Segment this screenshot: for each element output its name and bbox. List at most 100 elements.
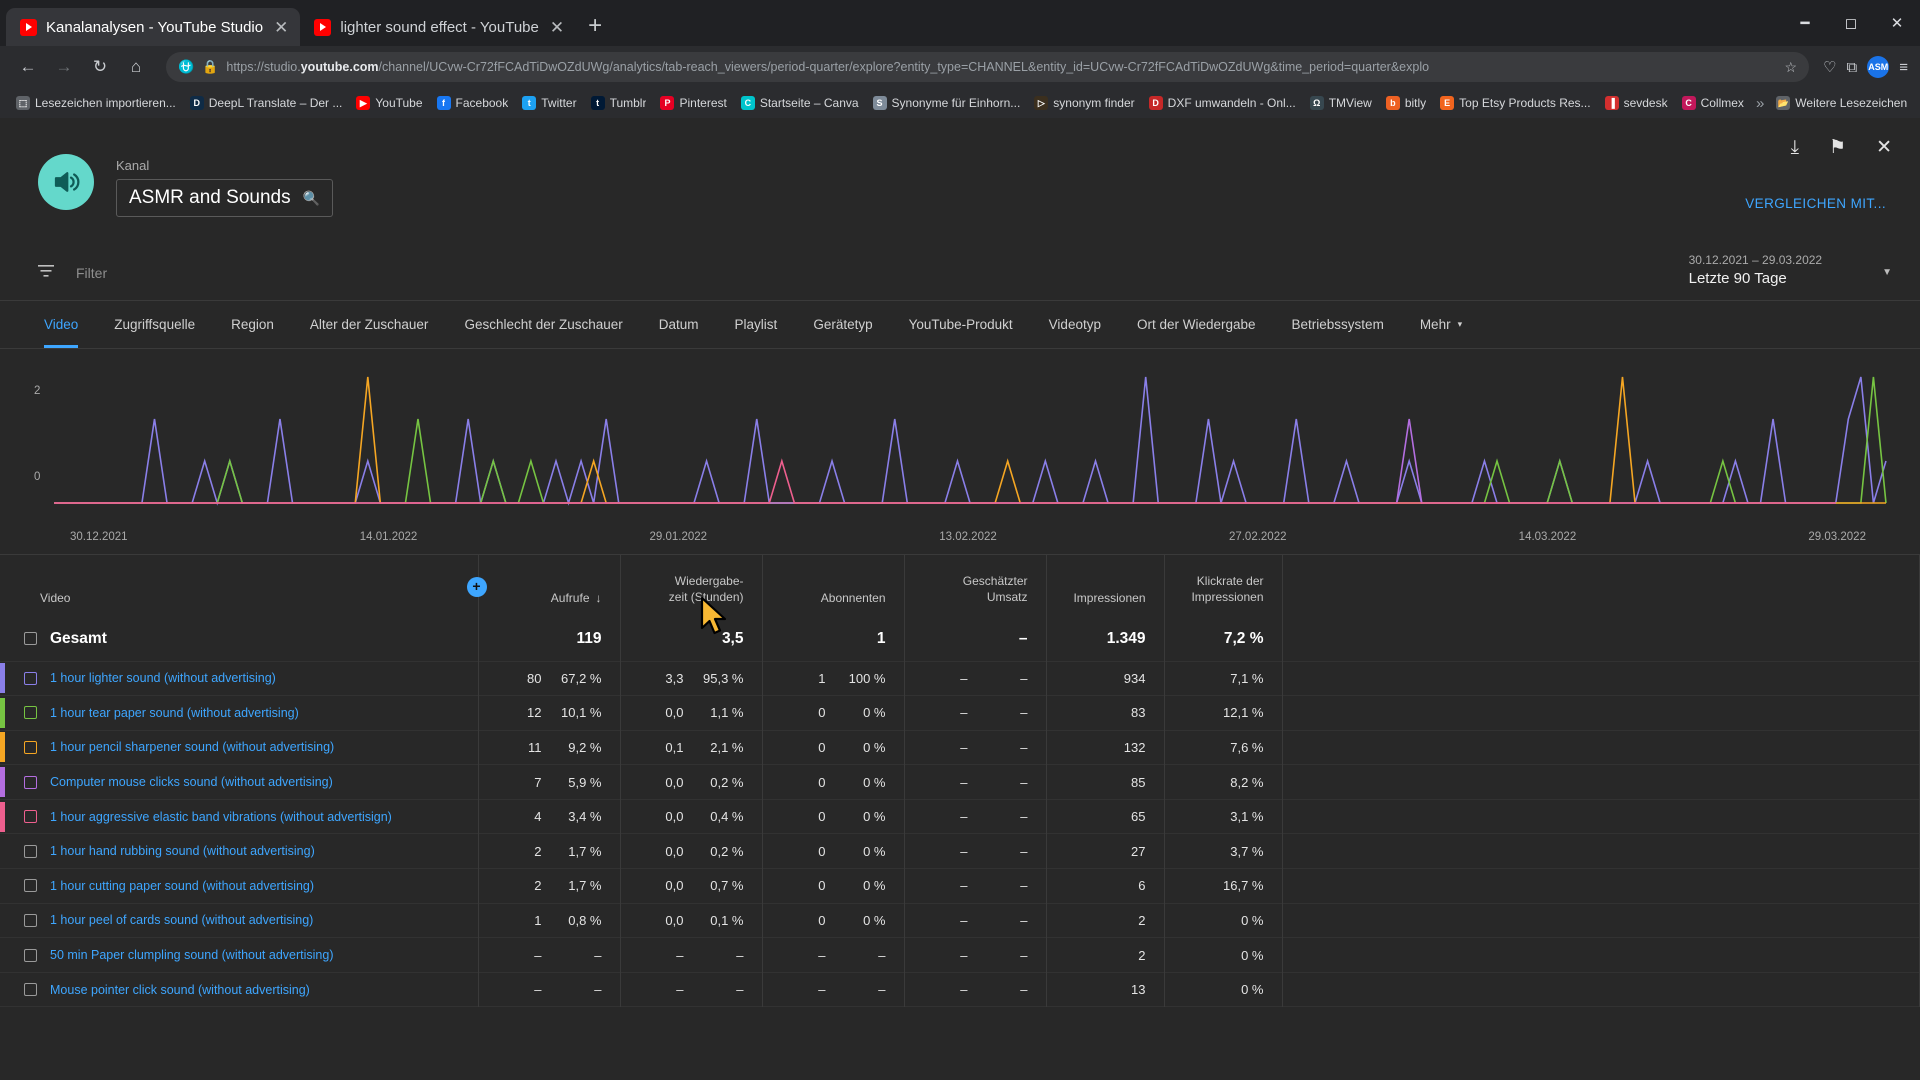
video-title-link[interactable]: 1 hour pencil sharpener sound (without a… bbox=[50, 740, 334, 754]
row-checkbox[interactable] bbox=[24, 810, 37, 824]
table-row[interactable]: 1 hour hand rubbing sound (without adver… bbox=[0, 833, 1920, 869]
chevron-down-icon[interactable]: ▾ bbox=[1458, 319, 1463, 330]
reload-icon[interactable]: ↻ bbox=[84, 51, 116, 83]
browser-menu-icon[interactable]: ≡ bbox=[1899, 59, 1908, 76]
bookmark-more[interactable]: 📂 Weitere Lesezeichen bbox=[1770, 93, 1913, 113]
browser-tab-1[interactable]: lighter sound effect - YouTube ✕ bbox=[300, 8, 576, 46]
bookmark-item[interactable]: ⬚ Lesezeichen importieren... bbox=[10, 93, 182, 113]
maximize-button[interactable]: ◻ bbox=[1828, 0, 1874, 46]
bookmark-star-icon[interactable]: ☆ bbox=[1785, 59, 1798, 76]
bookmark-item[interactable]: t Twitter bbox=[516, 93, 582, 113]
pocket-icon[interactable]: ♡ bbox=[1823, 58, 1836, 76]
video-title-link[interactable]: 50 min Paper clumpling sound (without ad… bbox=[50, 948, 333, 962]
tab-betriebssystem[interactable]: Betriebssystem bbox=[1274, 301, 1402, 348]
row-checkbox[interactable] bbox=[24, 706, 37, 720]
tab-close-icon[interactable]: ✕ bbox=[272, 19, 290, 36]
profile-avatar[interactable]: ASM bbox=[1867, 56, 1890, 78]
download-icon[interactable]: ⤓ bbox=[1791, 137, 1799, 159]
table-row[interactable]: 1 hour peel of cards sound (without adve… bbox=[0, 903, 1920, 938]
tab-videotyp[interactable]: Videotyp bbox=[1031, 301, 1119, 348]
video-title-link[interactable]: Computer mouse clicks sound (without adv… bbox=[50, 775, 333, 789]
forward-icon[interactable]: → bbox=[48, 51, 80, 83]
bookmark-item[interactable]: E Top Etsy Products Res... bbox=[1434, 93, 1596, 113]
row-checkbox[interactable] bbox=[24, 671, 37, 685]
tab-mehr[interactable]: Mehr ▾ bbox=[1402, 301, 1480, 348]
bookmark-item[interactable]: ▐ sevdesk bbox=[1599, 93, 1674, 113]
tab-alter-der-zuschauer[interactable]: Alter der Zuschauer bbox=[292, 301, 447, 348]
header-video[interactable]: Video bbox=[0, 555, 479, 617]
video-title-link[interactable]: Mouse pointer click sound (without adver… bbox=[50, 983, 310, 997]
date-range-picker[interactable]: 30.12.2021 – 29.03.2022 Letzte 90 Tage ▼ bbox=[1689, 253, 1892, 287]
tab-playlist[interactable]: Playlist bbox=[717, 301, 796, 348]
video-title-link[interactable]: 1 hour tear paper sound (without adverti… bbox=[50, 706, 299, 720]
tab-close-icon[interactable]: ✕ bbox=[548, 19, 566, 36]
row-checkbox[interactable] bbox=[24, 844, 37, 858]
video-title-link[interactable]: 1 hour hand rubbing sound (without adver… bbox=[50, 844, 315, 858]
close-icon[interactable]: ✕ bbox=[1876, 136, 1892, 159]
header-watchtime[interactable]: Wiedergabe- zeit (Stunden) bbox=[620, 555, 763, 617]
bookmarks-overflow-icon[interactable]: » bbox=[1752, 95, 1768, 112]
bookmark-item[interactable]: C Startseite – Canva bbox=[735, 93, 865, 113]
video-title-link[interactable]: 1 hour lighter sound (without advertisin… bbox=[50, 671, 276, 685]
bookmark-item[interactable]: f Facebook bbox=[431, 93, 515, 113]
bookmark-item[interactable]: ▶ YouTube bbox=[350, 93, 428, 113]
table-row[interactable]: 1 hour aggressive elastic band vibration… bbox=[0, 799, 1920, 834]
table-row[interactable]: 1 hour pencil sharpener sound (without a… bbox=[0, 730, 1920, 765]
row-checkbox[interactable] bbox=[24, 879, 37, 893]
row-checkbox[interactable] bbox=[24, 740, 37, 754]
table-row[interactable]: 1 hour tear paper sound (without adverti… bbox=[0, 695, 1920, 731]
tab-geschlecht-der-zuschauer[interactable]: Geschlecht der Zuschauer bbox=[446, 301, 640, 348]
home-icon[interactable]: ⌂ bbox=[120, 51, 152, 83]
bookmark-item[interactable]: D DXF umwandeln - Onl... bbox=[1143, 93, 1302, 113]
minimize-button[interactable]: ━ bbox=[1782, 0, 1828, 46]
header-views[interactable]: + Aufrufe ↓ bbox=[466, 555, 621, 617]
video-title-link[interactable]: 1 hour cutting paper sound (without adve… bbox=[50, 879, 314, 893]
header-revenue[interactable]: Geschätzter Umsatz bbox=[904, 555, 1047, 617]
close-window-button[interactable]: ✕ bbox=[1874, 0, 1920, 46]
browser-tab-0[interactable]: Kanalanalysen - YouTube Studio ✕ bbox=[6, 8, 301, 46]
video-title-link[interactable]: 1 hour peel of cards sound (without adve… bbox=[50, 913, 313, 927]
extensions-icon[interactable]: ⧉ bbox=[1847, 59, 1858, 76]
filter-icon[interactable] bbox=[38, 264, 54, 282]
channel-selector[interactable]: ASMR and Sounds 🔍 bbox=[116, 179, 334, 217]
bookmark-item[interactable]: P Pinterest bbox=[654, 93, 732, 113]
feedback-icon[interactable]: ⚑ bbox=[1829, 136, 1846, 159]
row-checkbox[interactable] bbox=[24, 983, 37, 997]
tab-youtube-produkt[interactable]: YouTube-Produkt bbox=[891, 301, 1031, 348]
row-checkbox[interactable] bbox=[24, 913, 37, 927]
bookmark-item[interactable]: b bitly bbox=[1380, 93, 1432, 113]
tab-datum[interactable]: Datum bbox=[641, 301, 717, 348]
table-row[interactable]: 1 hour cutting paper sound (without adve… bbox=[0, 868, 1920, 904]
table-row[interactable]: 50 min Paper clumpling sound (without ad… bbox=[0, 937, 1920, 973]
bookmark-item[interactable]: S Synonyme für Einhorn... bbox=[867, 93, 1027, 113]
chevron-down-icon[interactable]: ▼ bbox=[1882, 267, 1892, 278]
header-impressions[interactable]: Impressionen bbox=[1046, 555, 1165, 617]
sort-descending-icon[interactable]: ↓ bbox=[596, 591, 602, 605]
table-row[interactable]: 1 hour lighter sound (without advertisin… bbox=[0, 661, 1920, 696]
search-icon[interactable]: 🔍 bbox=[303, 190, 320, 207]
filter-input[interactable]: Filter bbox=[76, 265, 107, 281]
tab-zugriffsquelle[interactable]: Zugriffsquelle bbox=[96, 301, 213, 348]
bookmark-item[interactable]: Ω TMView bbox=[1304, 93, 1378, 113]
compare-button[interactable]: VERGLEICHEN MIT... bbox=[1745, 196, 1886, 211]
bookmark-item[interactable]: t Tumblr bbox=[585, 93, 653, 113]
tab-ger-tetyp[interactable]: Gerätetyp bbox=[795, 301, 890, 348]
tab-video[interactable]: Video bbox=[26, 301, 96, 348]
header-subscribers[interactable]: Abonnenten bbox=[762, 555, 905, 617]
tab-region[interactable]: Region bbox=[213, 301, 292, 348]
add-column-button[interactable]: + bbox=[466, 577, 487, 597]
table-row[interactable]: Computer mouse clicks sound (without adv… bbox=[0, 764, 1920, 800]
video-title-link[interactable]: 1 hour aggressive elastic band vibration… bbox=[50, 810, 392, 824]
table-row[interactable]: Mouse pointer click sound (without adver… bbox=[0, 972, 1920, 1007]
row-checkbox[interactable] bbox=[24, 632, 37, 646]
row-checkbox[interactable] bbox=[24, 775, 37, 789]
back-icon[interactable]: ← bbox=[12, 51, 44, 83]
bookmark-item[interactable]: C Collmex bbox=[1676, 93, 1750, 113]
tab-ort-der-wiedergabe[interactable]: Ort der Wiedergabe bbox=[1119, 301, 1274, 348]
header-ctr[interactable]: Klickrate der Impressionen bbox=[1164, 555, 1283, 617]
row-checkbox[interactable] bbox=[24, 948, 37, 962]
new-tab-button[interactable]: + bbox=[588, 12, 602, 40]
bookmark-item[interactable]: D DeepL Translate – Der ... bbox=[184, 93, 349, 113]
bookmark-item[interactable]: ▷ synonym finder bbox=[1028, 93, 1140, 113]
address-bar[interactable]: ⛎ 🔒 https://studio.youtube.com/channel/U… bbox=[166, 52, 1810, 82]
